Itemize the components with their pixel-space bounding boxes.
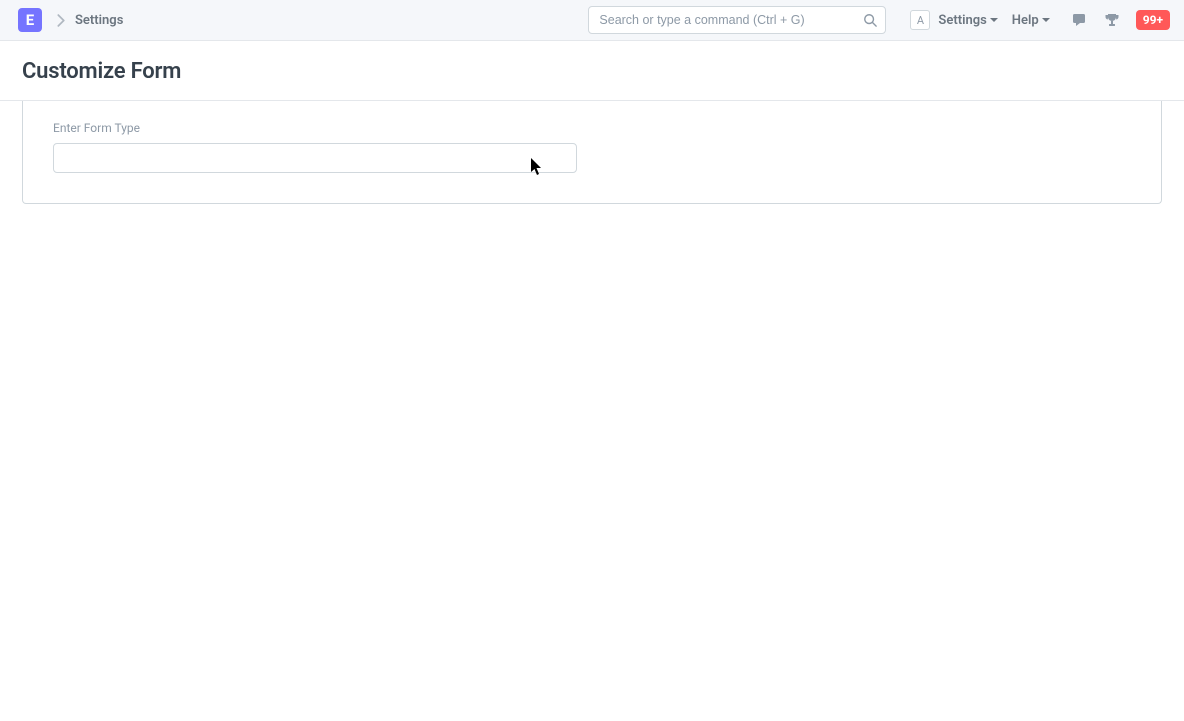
page-body: Enter Form Type xyxy=(0,101,1184,204)
app-logo[interactable]: E xyxy=(18,8,42,32)
keyboard-shortcut-letter: A xyxy=(917,14,924,27)
trophy-icon[interactable] xyxy=(1104,12,1120,28)
form-type-label: Enter Form Type xyxy=(53,121,1131,135)
chat-icon[interactable] xyxy=(1072,12,1088,28)
keyboard-shortcut-indicator[interactable]: A xyxy=(910,10,930,30)
form-type-input[interactable] xyxy=(53,143,577,173)
chevron-right-icon xyxy=(56,14,65,27)
form-card: Enter Form Type xyxy=(22,101,1162,204)
help-dropdown-label: Help xyxy=(1012,13,1039,28)
settings-dropdown[interactable]: Settings xyxy=(938,13,997,28)
caret-down-icon xyxy=(990,18,998,23)
page-title: Customize Form xyxy=(22,59,1162,84)
notifications-badge[interactable]: 99+ xyxy=(1136,10,1170,30)
search-input[interactable] xyxy=(588,6,886,34)
search-wrap xyxy=(588,6,886,34)
settings-dropdown-label: Settings xyxy=(938,13,986,28)
help-dropdown[interactable]: Help xyxy=(1012,13,1050,28)
breadcrumb-settings[interactable]: Settings xyxy=(75,13,123,28)
notifications-count: 99+ xyxy=(1143,13,1163,27)
page-head: Customize Form xyxy=(0,41,1184,101)
caret-down-icon xyxy=(1042,18,1050,23)
navbar: E Settings A Settings Help 99+ xyxy=(0,0,1184,41)
app-logo-letter: E xyxy=(26,11,34,29)
